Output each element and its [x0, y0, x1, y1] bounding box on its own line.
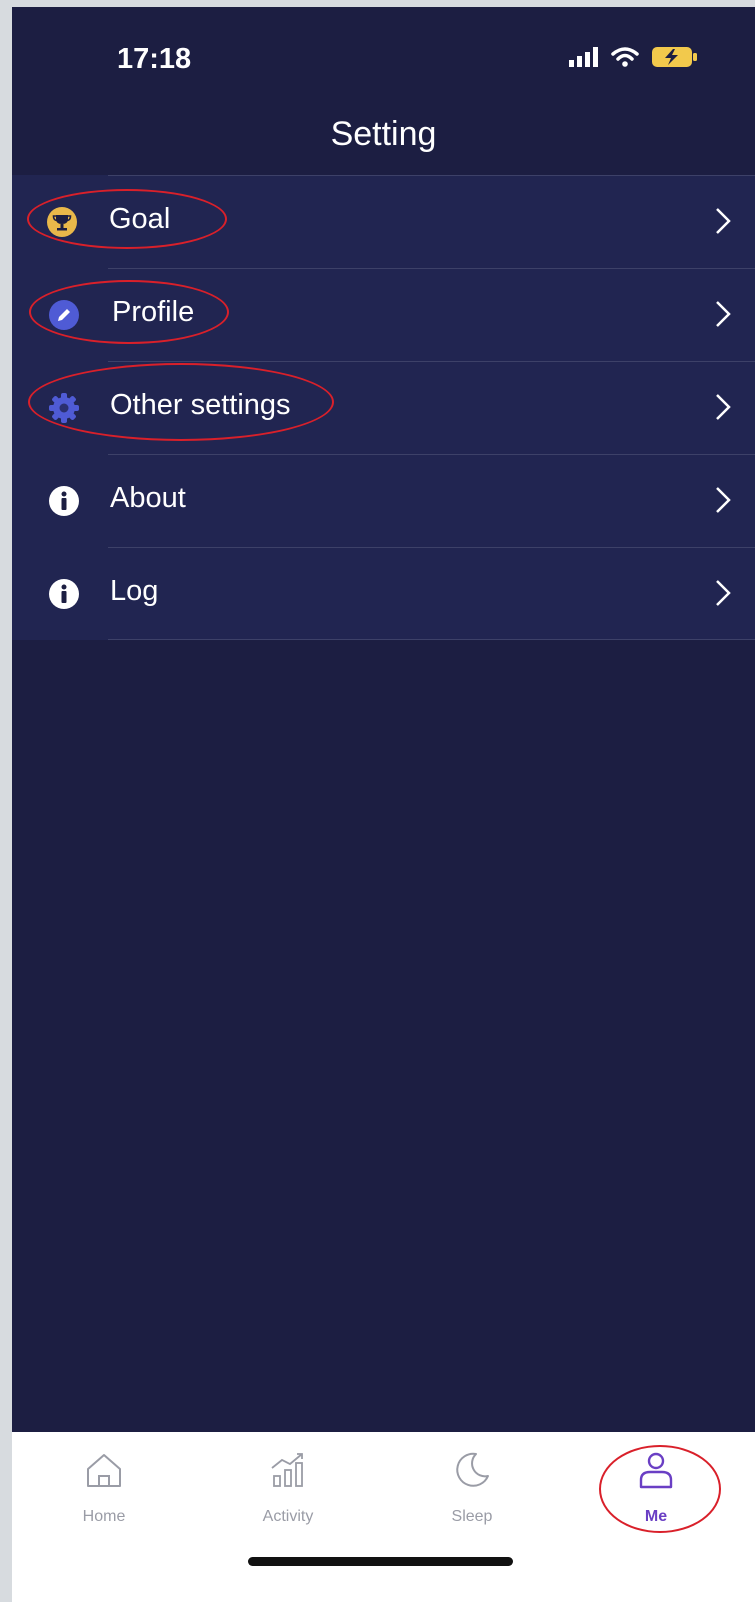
- tab-label: Home: [82, 1508, 126, 1525]
- menu-item-other-settings[interactable]: Other settings: [12, 361, 755, 454]
- home-indicator: [248, 1557, 513, 1566]
- tab-label: Activity: [262, 1508, 314, 1525]
- tab-bar: Home Activity Sleep Me: [12, 1432, 755, 1602]
- settings-menu: Goal Profile Other settings About Log: [12, 175, 755, 640]
- moon-icon: [456, 1452, 489, 1487]
- phone-screen: 17:18 Setting Goal Profile Other setting…: [12, 7, 755, 1602]
- gear-icon: [49, 393, 79, 423]
- menu-item-label: Profile: [112, 296, 195, 328]
- divider: [108, 175, 755, 176]
- menu-item-label: Goal: [109, 203, 171, 235]
- chevron-right-icon: [716, 487, 731, 513]
- divider: [108, 454, 755, 455]
- page-title: Setting: [330, 115, 437, 153]
- pencil-icon: [49, 300, 79, 330]
- battery-charging-icon: [652, 47, 697, 67]
- tab-activity[interactable]: Activity: [228, 1432, 348, 1552]
- tab-sleep[interactable]: Sleep: [412, 1432, 532, 1552]
- status-bar: 17:18: [12, 7, 755, 107]
- activity-chart-icon: [271, 1453, 303, 1487]
- chevron-right-icon: [716, 394, 731, 420]
- wifi-icon: [611, 47, 639, 67]
- chevron-right-icon: [716, 580, 731, 606]
- menu-item-goal[interactable]: Goal: [12, 175, 755, 268]
- tab-label: Sleep: [451, 1508, 493, 1525]
- status-time: 17:18: [117, 43, 192, 75]
- signal-icon: [569, 47, 598, 67]
- user-icon: [639, 1452, 673, 1489]
- divider: [108, 268, 755, 269]
- info-icon: [49, 579, 79, 609]
- tab-label: Me: [644, 1508, 668, 1525]
- status-icons: [569, 45, 699, 69]
- menu-item-label: Other settings: [110, 389, 291, 421]
- home-icon: [87, 1454, 121, 1487]
- tab-me[interactable]: Me: [596, 1432, 716, 1552]
- trophy-icon: [47, 207, 77, 237]
- divider: [108, 547, 755, 548]
- tab-home[interactable]: Home: [44, 1432, 164, 1552]
- info-icon: [49, 486, 79, 516]
- menu-item-label: About: [110, 482, 186, 514]
- menu-item-about[interactable]: About: [12, 454, 755, 547]
- menu-item-log[interactable]: Log: [12, 547, 755, 640]
- chevron-right-icon: [716, 301, 731, 327]
- divider: [108, 361, 755, 362]
- divider: [108, 639, 755, 640]
- menu-item-label: Log: [110, 575, 159, 607]
- chevron-right-icon: [716, 208, 731, 234]
- menu-item-profile[interactable]: Profile: [12, 268, 755, 361]
